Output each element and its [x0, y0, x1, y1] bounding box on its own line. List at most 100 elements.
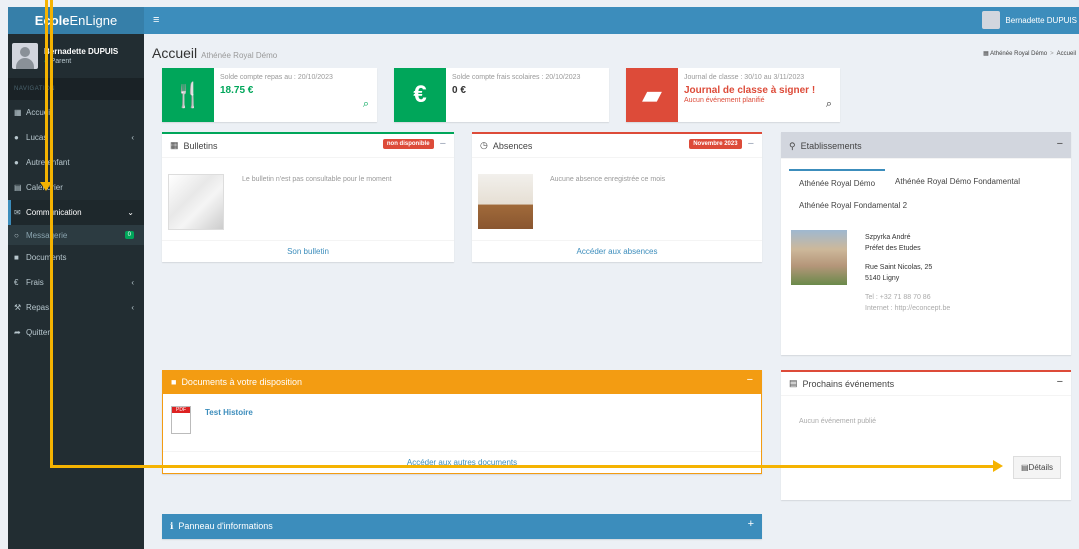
- folder-icon: ■: [171, 377, 177, 387]
- grid-icon: ▦: [14, 108, 22, 117]
- sidebar-item-label: Quitter: [26, 328, 51, 337]
- search-icon[interactable]: ⌕: [363, 98, 369, 111]
- tab-athenee-royal-demo[interactable]: Athénée Royal Démo: [789, 169, 886, 196]
- contact-role: Préfet des Etudes: [865, 245, 921, 252]
- box-header: ⚲ Etablissements −: [781, 134, 1071, 159]
- absences-image: [478, 174, 533, 229]
- chevron-left-icon: ‹: [131, 303, 134, 312]
- avatar: [12, 43, 38, 69]
- page-subtitle: Athénée Royal Démo: [201, 51, 278, 60]
- grid-icon: ▦: [170, 140, 179, 150]
- address-line-1: Rue Saint Nicolas, 25: [865, 264, 933, 271]
- user-icon: ●: [14, 133, 19, 142]
- top-user-name: Bernadette DUPUIS: [1005, 15, 1077, 25]
- user-panel: Bernadette DUPUIS Parent: [8, 34, 144, 78]
- search-icon[interactable]: ⌕: [826, 98, 832, 111]
- collapse-icon[interactable]: −: [747, 375, 753, 386]
- info-box-value: 18.75 €: [220, 85, 254, 96]
- documents-link[interactable]: Accéder aux autres documents: [163, 451, 761, 473]
- absences-link[interactable]: Accéder aux absences: [472, 240, 762, 262]
- sidebar-item-quitter[interactable]: ➦ Quitter: [8, 320, 144, 345]
- collapse-icon[interactable]: −: [1057, 377, 1063, 388]
- collapse-icon[interactable]: −: [748, 139, 754, 150]
- sidebar-item-accueil[interactable]: ▦ Accueil: [8, 100, 144, 125]
- breadcrumb-item[interactable]: Athénée Royal Démo: [990, 51, 1047, 57]
- box-title: Etablissements: [800, 141, 862, 151]
- sidebar-item-label: Frais: [26, 278, 44, 287]
- user-name: Bernadette DUPUIS: [44, 47, 119, 56]
- chevron-down-icon: ⌄: [127, 208, 134, 217]
- bulletin-image: [168, 174, 224, 230]
- info-box-journal: ▰ Journal de classe : 30/10 au 3/11/2023…: [626, 68, 840, 122]
- phone-number: Tel : +32 71 88 70 86: [865, 294, 931, 301]
- collapse-icon[interactable]: −: [440, 139, 446, 150]
- breadcrumb: ▦ Athénée Royal Démo > Accueil: [983, 51, 1076, 57]
- book-icon: ▰: [626, 68, 678, 122]
- sidebar-item-label: Communication: [26, 208, 82, 217]
- events-empty-text: Aucun événement publié: [799, 418, 877, 425]
- expand-icon[interactable]: +: [748, 519, 754, 530]
- map-marker-icon: ⚲: [789, 140, 796, 151]
- info-box-text: Solde compte frais scolaires : 20/10/202…: [452, 74, 581, 81]
- info-box-repas: 🍴 Solde compte repas au : 20/10/2023 18.…: [162, 68, 377, 122]
- box-header: ℹ Panneau d'informations +: [162, 514, 762, 538]
- box-title: Documents à votre disposition: [181, 377, 302, 387]
- envelope-icon: ✉: [14, 208, 21, 217]
- sidebar-item-label: Documents: [26, 253, 67, 262]
- collapse-icon[interactable]: −: [1057, 139, 1063, 150]
- bulletin-text: Le bulletin n'est pas consultable pour l…: [242, 176, 392, 183]
- sidebar-item-messagerie[interactable]: ○ Messagerie 0: [8, 225, 144, 245]
- tab-athenee-royal-demo-fondamental[interactable]: Athénée Royal Démo Fondamental: [885, 169, 1030, 196]
- top-navbar: ≡ Bernadette DUPUIS: [144, 7, 1079, 34]
- chevron-left-icon: ‹: [131, 133, 134, 142]
- sidebar-item-calendrier[interactable]: ▤ Calendrier: [8, 175, 144, 200]
- box-title: Prochains événements: [802, 378, 895, 389]
- tab-athenee-royal-fondamental-2[interactable]: Athénée Royal Fondamental 2: [799, 193, 917, 218]
- documents-box: ■ Documents à votre disposition − PDF Tes…: [162, 370, 762, 474]
- annotation-arrow: [50, 465, 995, 468]
- box-header: ▦ Bulletins non disponible −: [162, 134, 454, 158]
- page-title: Accueil Athénée Royal Démo: [152, 45, 277, 61]
- sidebar-item-label: Messagerie: [26, 230, 68, 240]
- page-title-text: Accueil: [152, 45, 198, 61]
- breadcrumb-item: Accueil: [1056, 51, 1076, 57]
- school-image: [791, 230, 847, 285]
- sidebar-item-repas[interactable]: ⚒ Repas ‹: [8, 295, 144, 320]
- absences-box: ◷ Absences Novembre 2023− Aucune absence …: [472, 132, 762, 262]
- annotation-arrow: [50, 0, 53, 468]
- box-header: ■ Documents à votre disposition −: [163, 370, 761, 394]
- sidebar-item-lucas[interactable]: ● Lucas ‹: [8, 125, 144, 150]
- sidebar-item-autre-enfant[interactable]: ● Autre enfant: [8, 150, 144, 175]
- info-box-value: Journal de classe à signer !: [684, 85, 816, 96]
- menu-toggle-icon[interactable]: ≡: [153, 14, 159, 26]
- sidebar-item-documents[interactable]: ■ Documents: [8, 245, 144, 270]
- calendar-icon: ▤: [789, 378, 798, 388]
- brand-rest: EnLigne: [69, 13, 118, 28]
- fork-knife-icon: ⚒: [14, 303, 22, 312]
- euro-icon: €: [14, 278, 19, 287]
- sidebar-item-frais[interactable]: € Frais ‹: [8, 270, 144, 295]
- sidebar-item-communication[interactable]: ✉ Communication ⌄: [8, 200, 144, 225]
- fork-knife-icon: 🍴: [162, 68, 214, 122]
- details-button[interactable]: ▤Détails: [1012, 456, 1061, 479]
- brand-logo[interactable]: EcoleEnLigne: [8, 7, 144, 34]
- info-panel[interactable]: ℹ Panneau d'informations +: [162, 514, 762, 539]
- folder-icon: ■: [14, 253, 19, 262]
- document-link[interactable]: Test Histoire: [205, 408, 253, 417]
- calendar-icon: ▤: [1020, 463, 1029, 472]
- etablissements-tabs: Athénée Royal Démo Athénée Royal Démo Fo…: [781, 159, 1071, 196]
- absences-text: Aucune absence enregistrée ce mois: [550, 176, 666, 183]
- top-user-menu[interactable]: Bernadette DUPUIS: [982, 11, 1077, 29]
- arrow-head-icon: [993, 460, 1003, 472]
- status-badge: non disponible: [382, 139, 434, 149]
- box-title: Absences: [492, 140, 533, 151]
- bulletin-link[interactable]: Son bulletin: [162, 240, 454, 262]
- info-box-frais: € Solde compte frais scolaires : 20/10/2…: [394, 68, 609, 122]
- clock-icon: ◷: [480, 140, 488, 150]
- chevron-left-icon: ‹: [131, 278, 134, 287]
- euro-icon: €: [394, 68, 446, 122]
- user-role: Parent: [44, 58, 118, 65]
- circle-icon: ○: [14, 230, 19, 240]
- box-title: Bulletins: [183, 140, 218, 151]
- info-box-text: Solde compte repas au : 20/10/2023: [220, 74, 333, 81]
